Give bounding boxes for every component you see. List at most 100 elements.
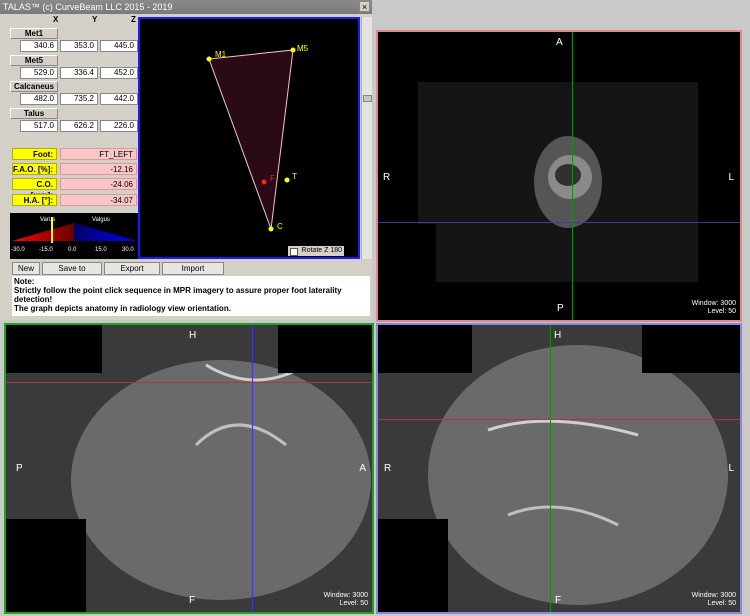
orientation-right: A [359,463,366,474]
crosshair-horizontal [378,419,740,420]
graph-label-c: C [277,222,283,231]
scrollbar-thumb[interactable] [363,95,372,102]
close-icon[interactable]: × [359,1,370,12]
talus-y[interactable]: 626.2 [60,120,98,132]
note-line-1: Strictly follow the point click sequence… [14,286,342,304]
fao-label: F.A.O. [%]: [12,163,57,175]
point-label-calcaneus: Calcaneus [10,81,58,92]
graph-point-c [268,226,274,232]
mask [642,325,740,373]
co-label: C.O. [mm]: [12,178,57,200]
orientation-left: P [16,463,23,474]
met1-x[interactable]: 340.6 [20,40,58,52]
rotate-checkbox[interactable] [290,248,298,256]
note-line-2: The graph depicts anatomy in radiology v… [14,304,231,313]
orientation-bottom: F [555,595,562,606]
new-button[interactable]: New [12,262,40,275]
graph-label-m5: M5 [297,44,309,53]
axial-slice [534,136,602,228]
scale-tick: -30.0 [11,247,25,253]
orientation-bottom: F [189,595,196,606]
import-pathologies-button[interactable]: Import Pathologies [162,262,224,284]
met5-z[interactable]: 452.0 [100,67,138,79]
met5-y[interactable]: 336.4 [60,67,98,79]
talas-panel: TALAS™ (c) CurveBeam LLC 2015 - 2019 × X… [0,0,372,320]
valgus-wedge [74,223,136,241]
toolbar-strip [376,4,748,26]
talus-z[interactable]: 226.0 [100,120,138,132]
met1-y[interactable]: 353.0 [60,40,98,52]
graph-label-f: F [270,174,275,183]
graph-point-t [284,177,290,183]
orientation-right: L [728,172,734,183]
ha-label: H.A. [°]: [12,194,57,206]
ha-value: -34.07 [60,194,137,206]
scale-graphic: Varus Valgus -30.0 -15.0 0.0 15.0 30.0 [11,217,136,253]
foot-graph-canvas: M1 M5 T C F [206,44,309,232]
window-titlebar: TALAS™ (c) CurveBeam LLC 2015 - 2019 × [0,0,372,14]
talus-x[interactable]: 517.0 [20,120,58,132]
crosshair-horizontal [378,222,740,223]
foot-value: FT_LEFT [60,148,137,160]
level-value: Level: 50 [707,308,736,315]
scale-valgus-label: Valgus [92,217,110,223]
scale-tick: 30.0 [122,247,134,253]
graph-scrollbar[interactable] [361,17,372,259]
orientation-top: A [556,37,563,48]
window-level-readout: Window: 3000 Level: 50 [692,300,736,316]
mask [6,325,102,373]
graph-label-m1: M1 [215,50,227,59]
orientation-right: L [728,463,734,474]
co-value: -24.06 [60,178,137,190]
axial-image [418,82,698,282]
foot-triangle [208,49,294,230]
level-value: Level: 50 [707,600,736,607]
bone-marrow [555,164,581,186]
calcaneus-z[interactable]: 442.0 [100,93,138,105]
orientation-left: R [384,463,392,474]
point-label-talus: Talus [10,108,58,119]
window-value: Window: 3000 [691,592,736,599]
sagittal-viewport[interactable]: H F P A Window: 3000 Level: 50 [4,323,374,614]
bone-region [428,345,728,605]
point-label-met1: Met1 [10,28,58,39]
mask [378,519,448,612]
export-database-button[interactable]: Export Database [104,262,160,284]
window-value: Window: 3000 [323,592,368,599]
mask [636,32,740,80]
window-level-readout: Window: 3000 Level: 50 [324,592,368,608]
graph-point-m1 [206,56,212,62]
orientation-bottom: P [557,303,564,314]
varus-wedge [12,223,74,241]
calcaneus-x[interactable]: 482.0 [20,93,58,105]
bone-region [71,360,371,600]
met5-x[interactable]: 529.0 [20,67,58,79]
axial-viewport[interactable]: A P R L Window: 3000 Level: 50 [376,30,742,322]
orientation-top: H [554,330,562,341]
crosshair-vertical [550,325,551,612]
scale-tick: 15.0 [95,247,107,253]
window-level-readout: Window: 3000 Level: 50 [692,592,736,608]
scale-varus-label: Varus [40,217,55,223]
column-header-x: X [53,15,59,24]
crosshair-horizontal [6,382,372,383]
rotate-z-control[interactable]: Rotate Z 180 [288,246,344,256]
scale-tick: -15.0 [39,247,53,253]
mask [378,32,474,80]
met1-z[interactable]: 445.0 [100,40,138,52]
note-heading: Note: [14,277,35,286]
foot-graph: M1 M5 T C F Rotate Z 180 [138,17,360,259]
level-value: Level: 50 [339,600,368,607]
save-to-database-button[interactable]: Save to Database [42,262,102,284]
coronal-viewport[interactable]: H F R L Window: 3000 Level: 50 [376,323,742,614]
mask [6,519,86,612]
note-box: Note: Strictly follow the point click se… [12,276,370,316]
crosshair-vertical [572,32,573,320]
fao-value: -12.16 [60,163,137,175]
column-header-z: Z [131,15,136,24]
window-value: Window: 3000 [691,300,736,307]
window-title: TALAS™ (c) CurveBeam LLC 2015 - 2019 [3,2,173,12]
column-header-y: Y [92,15,98,24]
calcaneus-y[interactable]: 735.2 [60,93,98,105]
rotate-label: Rotate Z 180 [301,247,342,254]
